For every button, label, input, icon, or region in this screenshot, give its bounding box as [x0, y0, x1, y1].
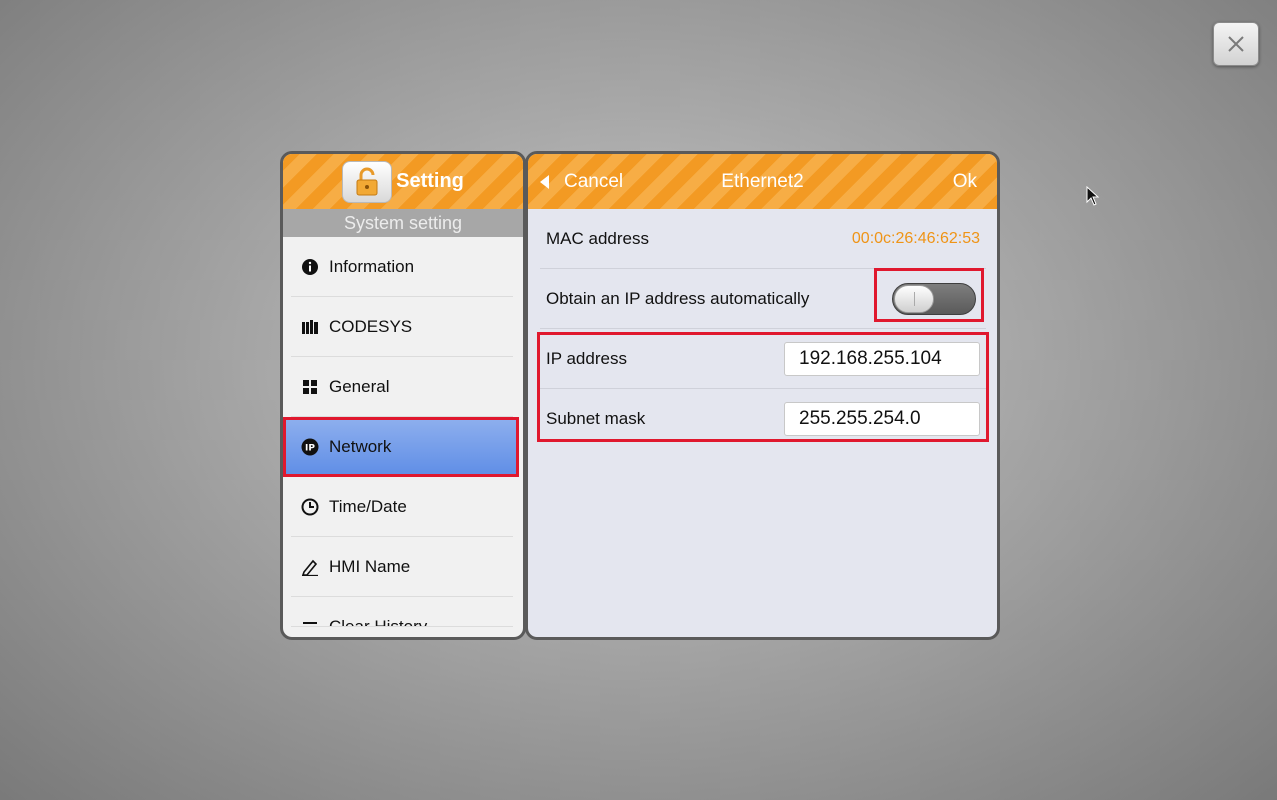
sidebar-item-information[interactable]: Information — [283, 237, 523, 297]
unlock-icon — [356, 167, 378, 195]
ok-label: Ok — [952, 170, 977, 192]
sidebar-item-time-date[interactable]: Time/Date — [283, 477, 523, 537]
ip-icon: IP — [301, 438, 319, 456]
sidebar-menu: Information CODESYS General IP Network T… — [283, 237, 523, 627]
sidebar-item-label: HMI Name — [329, 557, 411, 576]
sidebar-item-clear-history[interactable]: Clear History — [283, 597, 523, 627]
close-icon — [1228, 36, 1244, 52]
settings-sidebar: Setting System setting Information CODES… — [280, 151, 526, 640]
cancel-button[interactable]: Cancel — [540, 154, 623, 209]
ethernet-settings-panel: Cancel Ethernet2 Ok MAC address 00:0c:26… — [525, 151, 1000, 640]
pen-icon — [301, 558, 319, 576]
sidebar-item-codesys[interactable]: CODESYS — [283, 297, 523, 357]
panel-header: Cancel Ethernet2 Ok — [528, 154, 997, 209]
clock-icon — [301, 498, 319, 516]
lock-button[interactable] — [342, 160, 393, 203]
mac-address-label: MAC address — [546, 229, 649, 248]
sidebar-title: Setting — [396, 170, 464, 192]
sidebar-item-general[interactable]: General — [283, 357, 523, 417]
info-icon — [301, 258, 319, 276]
close-button[interactable] — [1213, 22, 1259, 66]
grid-icon — [301, 378, 319, 396]
sidebar-item-label: CODESYS — [329, 317, 413, 336]
codesys-icon — [301, 318, 319, 336]
ok-button[interactable]: Ok — [953, 154, 977, 209]
list-icon — [301, 619, 319, 627]
sidebar-item-label: Network — [329, 437, 392, 456]
sidebar-item-label: Time/Date — [329, 497, 407, 516]
dhcp-label: Obtain an IP address automatically — [546, 289, 810, 308]
sidebar-item-network[interactable]: IP Network — [283, 417, 519, 477]
mac-address-row: MAC address 00:0c:26:46:62:53 — [540, 209, 986, 269]
toggle-highlight-box — [874, 268, 984, 322]
sidebar-item-label: Clear History — [329, 617, 428, 627]
mac-address-value: 00:0c:26:46:62:53 — [851, 230, 980, 247]
sidebar-header: Setting — [283, 154, 523, 209]
ip-fields-highlight-box — [537, 332, 989, 442]
sidebar-item-label: General — [329, 377, 390, 396]
mouse-cursor-icon — [1086, 186, 1100, 206]
sidebar-item-label: Information — [329, 257, 415, 276]
cancel-label: Cancel — [564, 170, 624, 192]
sidebar-item-hmi-name[interactable]: HMI Name — [283, 537, 523, 597]
panel-title: Ethernet2 — [721, 170, 804, 192]
sidebar-subtitle: System setting — [283, 209, 523, 237]
chevron-left-icon — [540, 174, 549, 189]
svg-text:IP: IP — [305, 444, 315, 454]
